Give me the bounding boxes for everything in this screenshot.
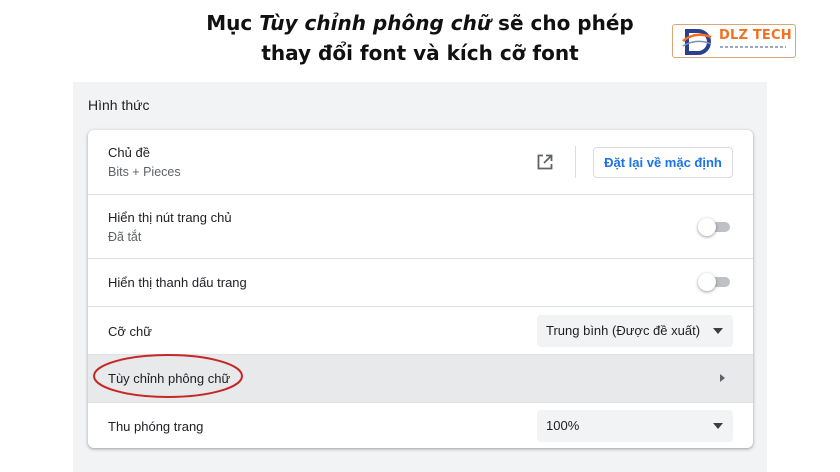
bookmarks-bar-label: Hiển thị thanh dấu trang bbox=[108, 275, 247, 290]
bookmarks-bar-toggle[interactable] bbox=[698, 273, 732, 291]
section-title: Hình thức bbox=[88, 97, 150, 113]
caption-emphasis: Tùy chỉnh phông chữ bbox=[259, 11, 492, 35]
theme-label: Chủ đề bbox=[108, 145, 150, 160]
page-zoom-label: Thu phóng trang bbox=[108, 419, 204, 434]
toggle-knob bbox=[698, 273, 716, 291]
reset-theme-button[interactable]: Đặt lại về mặc định bbox=[593, 147, 733, 178]
dropdown-caret-icon bbox=[713, 328, 723, 334]
home-button-row[interactable]: Hiển thị nút trang chủ Đã tắt bbox=[88, 194, 753, 258]
open-in-new-icon[interactable] bbox=[536, 153, 554, 171]
highlight-ellipse bbox=[93, 354, 243, 398]
page-zoom-row: Thu phóng trang 100% bbox=[88, 402, 753, 448]
font-size-label: Cỡ chữ bbox=[108, 324, 152, 339]
page-zoom-value: 100% bbox=[546, 418, 580, 433]
font-size-value: Trung bình (Được đề xuất) bbox=[546, 323, 701, 338]
theme-value: Bits + Pieces bbox=[108, 165, 181, 179]
font-size-select[interactable]: Trung bình (Được đề xuất) bbox=[537, 315, 733, 347]
dlz-logo-mark-icon bbox=[682, 29, 712, 55]
bookmarks-bar-row[interactable]: Hiển thị thanh dấu trang bbox=[88, 258, 753, 306]
home-button-status: Đã tắt bbox=[108, 230, 142, 244]
chevron-right-icon bbox=[720, 374, 725, 382]
appearance-card: Chủ đề Bits + Pieces Đặt lại về mặc định… bbox=[88, 130, 753, 448]
font-size-row: Cỡ chữ Trung bình (Được đề xuất) bbox=[88, 306, 753, 354]
dropdown-caret-icon bbox=[713, 423, 723, 429]
vertical-divider bbox=[575, 146, 576, 178]
dlz-tech-logo: DLZ TECH bbox=[672, 24, 796, 58]
page-zoom-select[interactable]: 100% bbox=[537, 410, 733, 442]
home-button-label: Hiển thị nút trang chủ bbox=[108, 210, 232, 225]
logo-text: DLZ TECH bbox=[719, 28, 792, 43]
home-button-toggle[interactable] bbox=[698, 218, 732, 236]
logo-tagline bbox=[720, 46, 786, 48]
theme-row[interactable]: Chủ đề Bits + Pieces Đặt lại về mặc định bbox=[88, 130, 753, 194]
toggle-knob bbox=[698, 218, 716, 236]
